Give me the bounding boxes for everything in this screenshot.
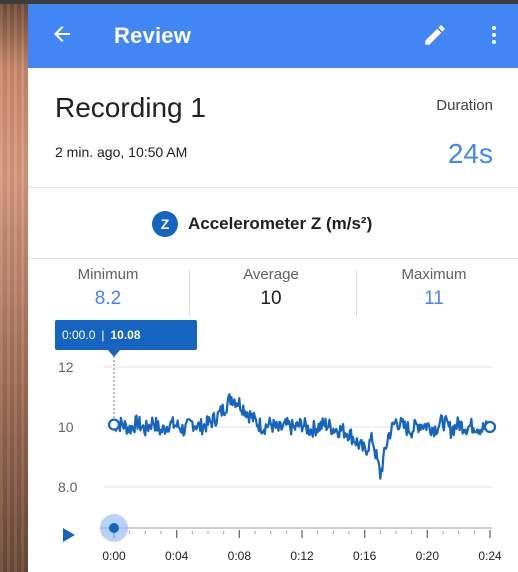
x-tick-label: 0:12 bbox=[290, 549, 314, 563]
sensor-chart[interactable]: 12 10 8.0 0:00 0:04 0:08 0:12 0:16 0:20 0:24 bbox=[28, 344, 518, 572]
stat-separator bbox=[189, 270, 190, 316]
series-end-point[interactable] bbox=[483, 420, 497, 434]
stat-minimum-label: Minimum bbox=[77, 266, 139, 283]
x-tick-label: 0:16 bbox=[353, 549, 377, 563]
tooltip-value: 10.08 bbox=[110, 328, 141, 342]
scrubber-handle[interactable] bbox=[109, 523, 119, 533]
x-tick-label: 0:20 bbox=[416, 549, 440, 563]
stat-maximum-label: Maximum bbox=[401, 266, 467, 283]
recording-title[interactable]: Recording 1 bbox=[55, 92, 206, 124]
y-tick-label: 10 bbox=[58, 419, 74, 435]
pencil-icon[interactable] bbox=[422, 22, 448, 48]
review-screen: Review Recording 1 2 min. ago, 10:50 AM … bbox=[28, 4, 518, 572]
stat-average: Average 10 bbox=[191, 266, 351, 310]
stat-minimum: Minimum 8.2 bbox=[28, 266, 188, 310]
page-title: Review bbox=[114, 23, 192, 48]
duration-value: 24s bbox=[447, 138, 493, 169]
y-tick-label: 12 bbox=[58, 359, 74, 375]
stat-maximum: Maximum 11 bbox=[354, 266, 514, 310]
tooltip-time: 0:00.0 bbox=[62, 328, 96, 342]
divider bbox=[28, 187, 518, 188]
play-icon[interactable] bbox=[62, 528, 76, 542]
background-wallpaper bbox=[0, 0, 28, 572]
x-tick-label: 0:00 bbox=[102, 549, 126, 563]
duration-label: Duration bbox=[436, 97, 493, 114]
tooltip-separator: | bbox=[101, 328, 105, 342]
accelerometer-z-icon: Z bbox=[152, 211, 178, 237]
recording-timestamp: 2 min. ago, 10:50 AM bbox=[55, 144, 188, 160]
series-line bbox=[113, 393, 492, 480]
value-tooltip: 0:00.0 | 10.08 bbox=[55, 320, 197, 350]
app-bar: Review bbox=[28, 4, 518, 68]
sensor-name: Accelerometer Z (m/s²) bbox=[188, 214, 373, 233]
sensor-icon-letter: Z bbox=[160, 216, 170, 232]
stat-average-value: 10 bbox=[260, 288, 282, 309]
divider bbox=[28, 258, 518, 259]
arrow-back-icon[interactable] bbox=[50, 22, 74, 46]
stat-minimum-value: 8.2 bbox=[94, 288, 122, 309]
series-start-point[interactable] bbox=[107, 418, 121, 431]
x-tick-label: 0:08 bbox=[228, 549, 252, 563]
y-tick-label: 8.0 bbox=[58, 479, 78, 495]
x-tick-label: 0:24 bbox=[478, 549, 502, 563]
stat-average-label: Average bbox=[243, 266, 299, 283]
x-tick-label: 0:04 bbox=[165, 549, 189, 563]
tooltip-pointer bbox=[108, 350, 120, 357]
stat-maximum-value: 11 bbox=[424, 288, 444, 309]
more-vert-icon[interactable] bbox=[482, 22, 506, 48]
